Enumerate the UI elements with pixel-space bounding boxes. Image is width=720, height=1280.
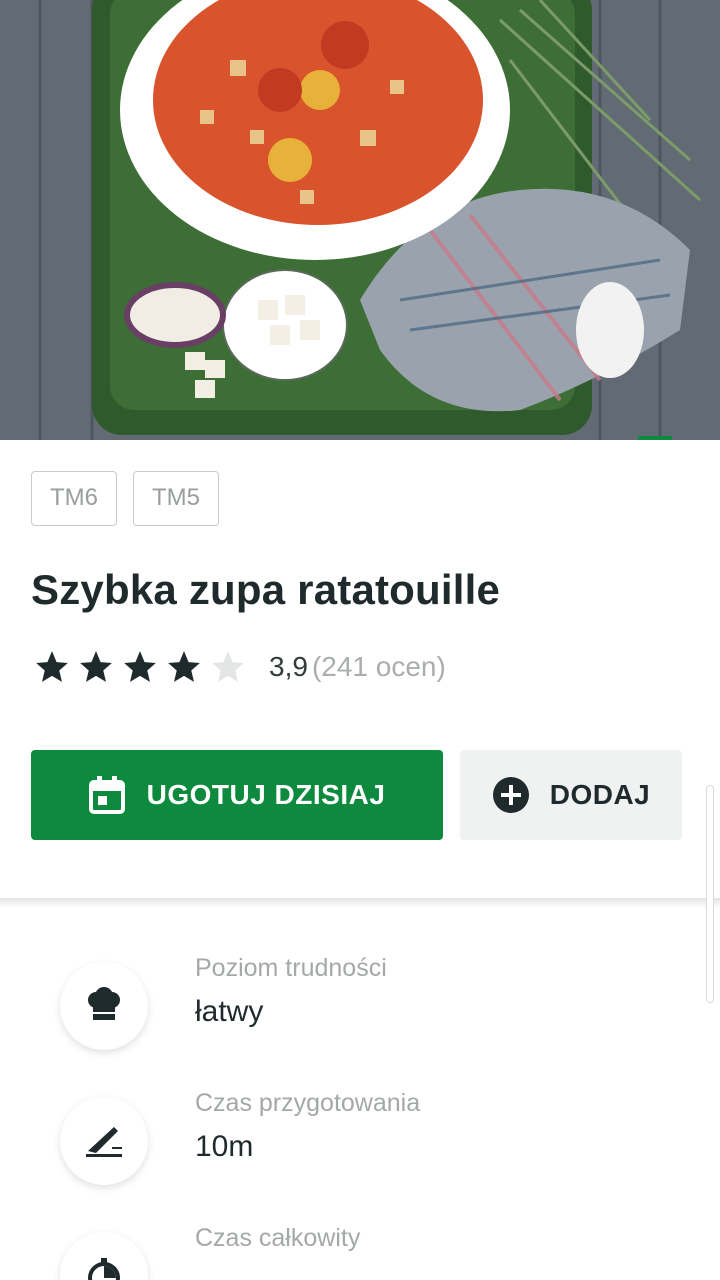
- star-icon: [80, 651, 112, 682]
- timer-icon: [60, 1232, 148, 1280]
- scrollbar[interactable]: [706, 785, 714, 1003]
- rating[interactable]: 3,9 (241 ocen): [33, 648, 446, 686]
- recipe-title: Szybka zupa ratatouille: [31, 566, 501, 613]
- rating-value: 3,9: [269, 651, 308, 682]
- rating-stars: [33, 648, 247, 686]
- info-label: Poziom trudności: [195, 954, 387, 982]
- star-empty-icon: [212, 651, 244, 682]
- cook-today-label: UGOTUJ DZISIAJ: [146, 779, 386, 810]
- add-button[interactable]: DODAJ: [460, 750, 682, 840]
- add-circle-icon: [492, 777, 529, 813]
- info-prep-time: Czas przygotowania 10m: [60, 1089, 420, 1185]
- chip-tm5: TM5: [133, 471, 219, 526]
- calendar-icon: [88, 776, 125, 814]
- recipe-hero-image: [0, 0, 720, 440]
- info-value: łatwy: [195, 995, 264, 1028]
- info-difficulty: Poziom trudności łatwy: [60, 954, 387, 1050]
- knife-icon: [60, 1097, 148, 1185]
- cook-today-button[interactable]: UGOTUJ DZISIAJ: [31, 750, 443, 840]
- chef-hat-icon: [60, 962, 148, 1050]
- rating-count: (241 ocen): [311, 651, 446, 682]
- recipe-details: TM6 TM5 Szybka zupa ratatouille 3,9 (241…: [0, 440, 720, 1280]
- add-label: DODAJ: [549, 779, 651, 810]
- info-label: Czas przygotowania: [195, 1089, 421, 1117]
- chip-tm6: TM6: [31, 471, 117, 526]
- star-icon: [124, 651, 156, 682]
- device-chips: TM6 TM5: [31, 471, 219, 526]
- info-total-time: Czas całkowity: [60, 1224, 360, 1280]
- section-divider: [0, 898, 720, 908]
- info-label: Czas całkowity: [195, 1224, 361, 1252]
- info-value: 10m: [195, 1130, 254, 1163]
- star-icon: [168, 651, 200, 682]
- star-icon: [36, 651, 68, 682]
